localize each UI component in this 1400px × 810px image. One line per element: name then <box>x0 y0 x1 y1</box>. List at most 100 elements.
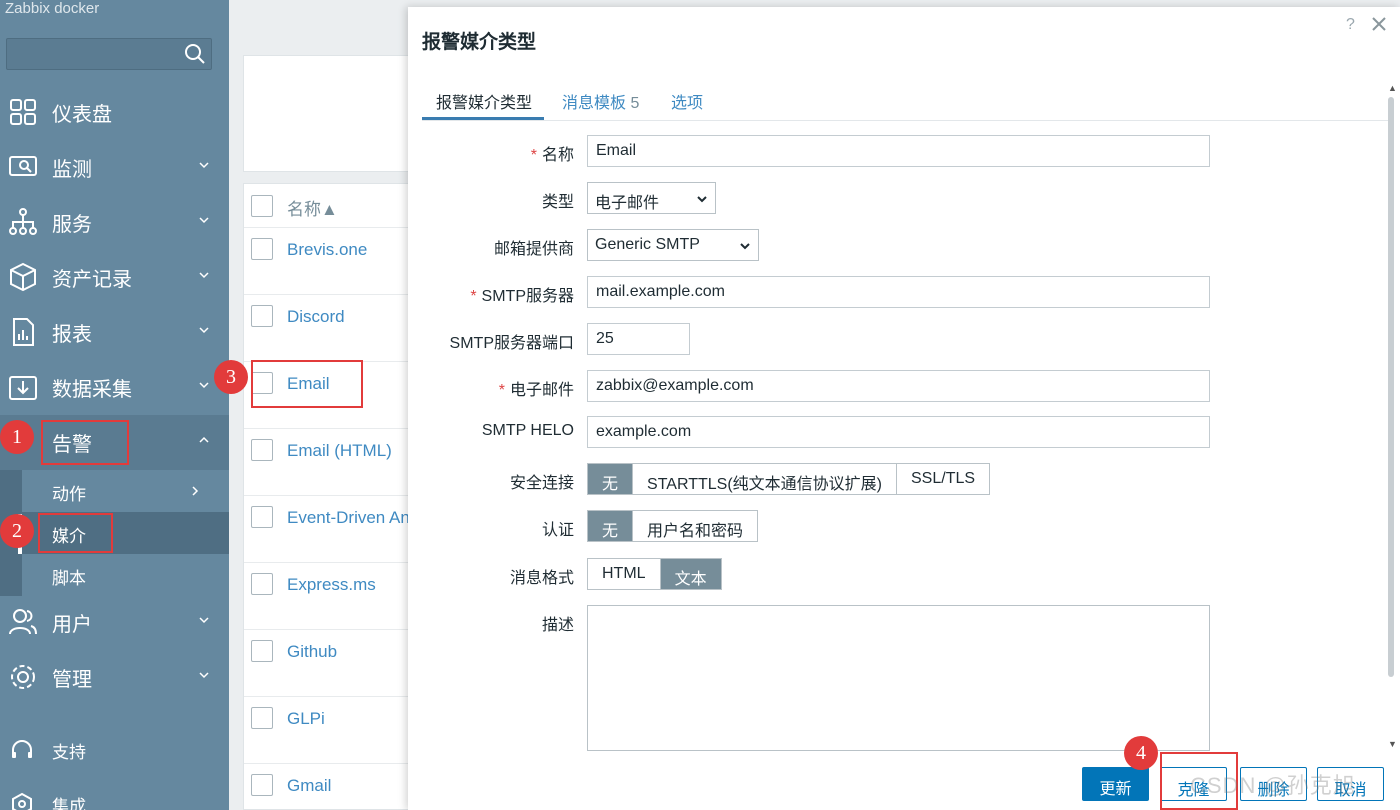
security-option-starttls[interactable]: STARTTLS(纯文本通信协议扩展) <box>633 464 897 494</box>
list-item: Email (HTML) <box>244 429 414 496</box>
sidebar-item-reports[interactable]: 报表 <box>0 305 229 360</box>
type-select[interactable]: 电子邮件 <box>587 182 716 214</box>
media-type-link[interactable]: Email (HTML) <box>287 441 392 461</box>
format-label: 消息格式 <box>509 570 574 587</box>
field-name: * 名称 <box>408 135 1388 169</box>
integrations-icon <box>12 792 32 810</box>
tab-media-type[interactable]: 报警媒介类型 <box>422 89 544 120</box>
media-type-link[interactable]: GLPi <box>287 709 325 729</box>
chevron-down-icon <box>199 162 209 169</box>
help-icon[interactable]: ? <box>1346 16 1355 34</box>
sidebar-item-inventory[interactable]: 资产记录 <box>0 250 229 305</box>
update-button[interactable]: 更新 <box>1082 767 1149 801</box>
field-security: 安全连接 无 STARTTLS(纯文本通信协议扩展) SSL/TLS <box>408 463 1388 497</box>
chevron-up-icon <box>199 436 209 443</box>
security-toggle: 无 STARTTLS(纯文本通信协议扩展) SSL/TLS <box>587 463 991 495</box>
sidebar: Zabbix docker 仪表盘 监测 服务 资产记录 报表 数据采集 告警 … <box>0 0 229 810</box>
tab-label: 消息模板 <box>562 95 627 112</box>
users-icon <box>9 609 37 635</box>
scroll-up-arrow[interactable]: ▲ <box>1388 83 1397 93</box>
sidebar-item-monitoring[interactable]: 监测 <box>0 140 229 195</box>
submenu-item-label: 动作 <box>52 485 86 504</box>
row-checkbox[interactable] <box>251 238 273 260</box>
field-provider: 邮箱提供商 Generic SMTP <box>408 229 1388 263</box>
sidebar-item-label: 管理 <box>52 669 92 691</box>
media-type-link[interactable]: Event-Driven Ans <box>287 508 418 528</box>
auth-label: 认证 <box>541 522 574 539</box>
required-mark: * <box>498 382 505 399</box>
media-type-dialog: 报警媒介类型 ? 报警媒介类型 消息模板 5 选项 ▲ ▼ *名称 类型 电子邮… <box>408 7 1400 810</box>
watermark: CSDN @孙克旭 <box>1190 773 1356 798</box>
format-option-text[interactable]: 文本 <box>660 559 721 589</box>
field-smtp-server: * SMTP服务器 <box>408 276 1388 310</box>
list-header: 名称▲ <box>244 184 414 228</box>
scroll-down-arrow[interactable]: ▼ <box>1388 739 1397 749</box>
smtp-port-input[interactable] <box>587 323 690 355</box>
sidebar-item-integrations[interactable]: 集成 <box>0 778 229 810</box>
field-description: 描述 <box>408 605 1388 755</box>
close-icon[interactable] <box>1370 15 1388 33</box>
annotation-badge: 3 <box>214 360 248 394</box>
smtp-server-input[interactable] <box>587 276 1210 308</box>
list-item: Gmail <box>244 764 414 810</box>
row-checkbox[interactable] <box>251 439 273 461</box>
tab-label: 报警媒介类型 <box>436 95 533 112</box>
headset-icon <box>12 740 32 758</box>
field-authentication: 认证 无 用户名和密码 <box>408 510 1388 544</box>
submenu-item-actions[interactable]: 动作 <box>22 470 229 512</box>
sidebar-item-label: 仪表盘 <box>52 104 112 126</box>
row-checkbox[interactable] <box>251 305 273 327</box>
media-type-link[interactable]: Brevis.one <box>287 240 367 260</box>
annotation-box <box>41 420 129 465</box>
search-icon[interactable] <box>184 43 206 65</box>
select-all-checkbox[interactable] <box>251 195 273 217</box>
sidebar-item-label: 集成 <box>52 797 86 810</box>
list-item: Event-Driven Ans <box>244 496 418 563</box>
type-value: 电子邮件 <box>595 195 660 212</box>
auth-option-none[interactable]: 无 <box>588 511 634 541</box>
media-type-link[interactable]: Github <box>287 642 337 662</box>
media-type-link[interactable]: Gmail <box>287 776 331 796</box>
row-checkbox[interactable] <box>251 707 273 729</box>
row-checkbox[interactable] <box>251 573 273 595</box>
dialog-tabs: 报警媒介类型 消息模板 5 选项 <box>422 87 1392 121</box>
sidebar-item-dashboard[interactable]: 仪表盘 <box>0 85 229 140</box>
sidebar-item-support[interactable]: 支持 <box>0 724 229 774</box>
sidebar-item-data-collection[interactable]: 数据采集 <box>0 360 229 415</box>
field-message-format: 消息格式 HTML 文本 <box>408 558 1388 592</box>
email-label: 电子邮件 <box>509 382 574 399</box>
security-option-ssl-tls[interactable]: SSL/TLS <box>897 464 989 494</box>
auth-option-username-password[interactable]: 用户名和密码 <box>633 511 757 541</box>
media-type-link[interactable]: Express.ms <box>287 575 376 595</box>
security-option-none[interactable]: 无 <box>588 464 634 494</box>
helo-input[interactable] <box>587 416 1210 448</box>
provider-label: 邮箱提供商 <box>493 241 574 258</box>
row-checkbox[interactable] <box>251 640 273 662</box>
search-input[interactable] <box>6 38 212 70</box>
email-input[interactable] <box>587 370 1210 402</box>
description-textarea[interactable] <box>587 605 1210 751</box>
required-mark: * <box>530 147 537 164</box>
sidebar-item-services[interactable]: 服务 <box>0 195 229 250</box>
inventory-icon <box>10 262 36 292</box>
sidebar-item-administration[interactable]: 管理 <box>0 650 229 705</box>
type-label: 类型 <box>541 194 574 211</box>
sidebar-item-users[interactable]: 用户 <box>0 595 229 650</box>
smtp-server-label: SMTP服务器 <box>481 288 574 305</box>
scrollbar[interactable] <box>1388 97 1394 677</box>
sidebar-item-label: 监测 <box>52 159 92 181</box>
column-header-name[interactable]: 名称▲ <box>287 195 338 220</box>
row-checkbox[interactable] <box>251 774 273 796</box>
format-option-html[interactable]: HTML <box>588 559 661 589</box>
helo-label: SMTP HELO <box>481 422 574 439</box>
tab-message-templates[interactable]: 消息模板 5 <box>562 89 639 120</box>
tab-options[interactable]: 选项 <box>671 89 703 120</box>
provider-select[interactable]: Generic SMTP <box>587 229 759 261</box>
name-input[interactable] <box>587 135 1210 167</box>
gear-icon <box>11 665 35 689</box>
submenu-item-scripts[interactable]: 脚本 <box>22 554 229 596</box>
row-checkbox[interactable] <box>251 506 273 528</box>
media-type-link[interactable]: Discord <box>287 307 345 327</box>
chevron-right-icon <box>192 486 199 496</box>
list-item: GLPi <box>244 697 414 764</box>
